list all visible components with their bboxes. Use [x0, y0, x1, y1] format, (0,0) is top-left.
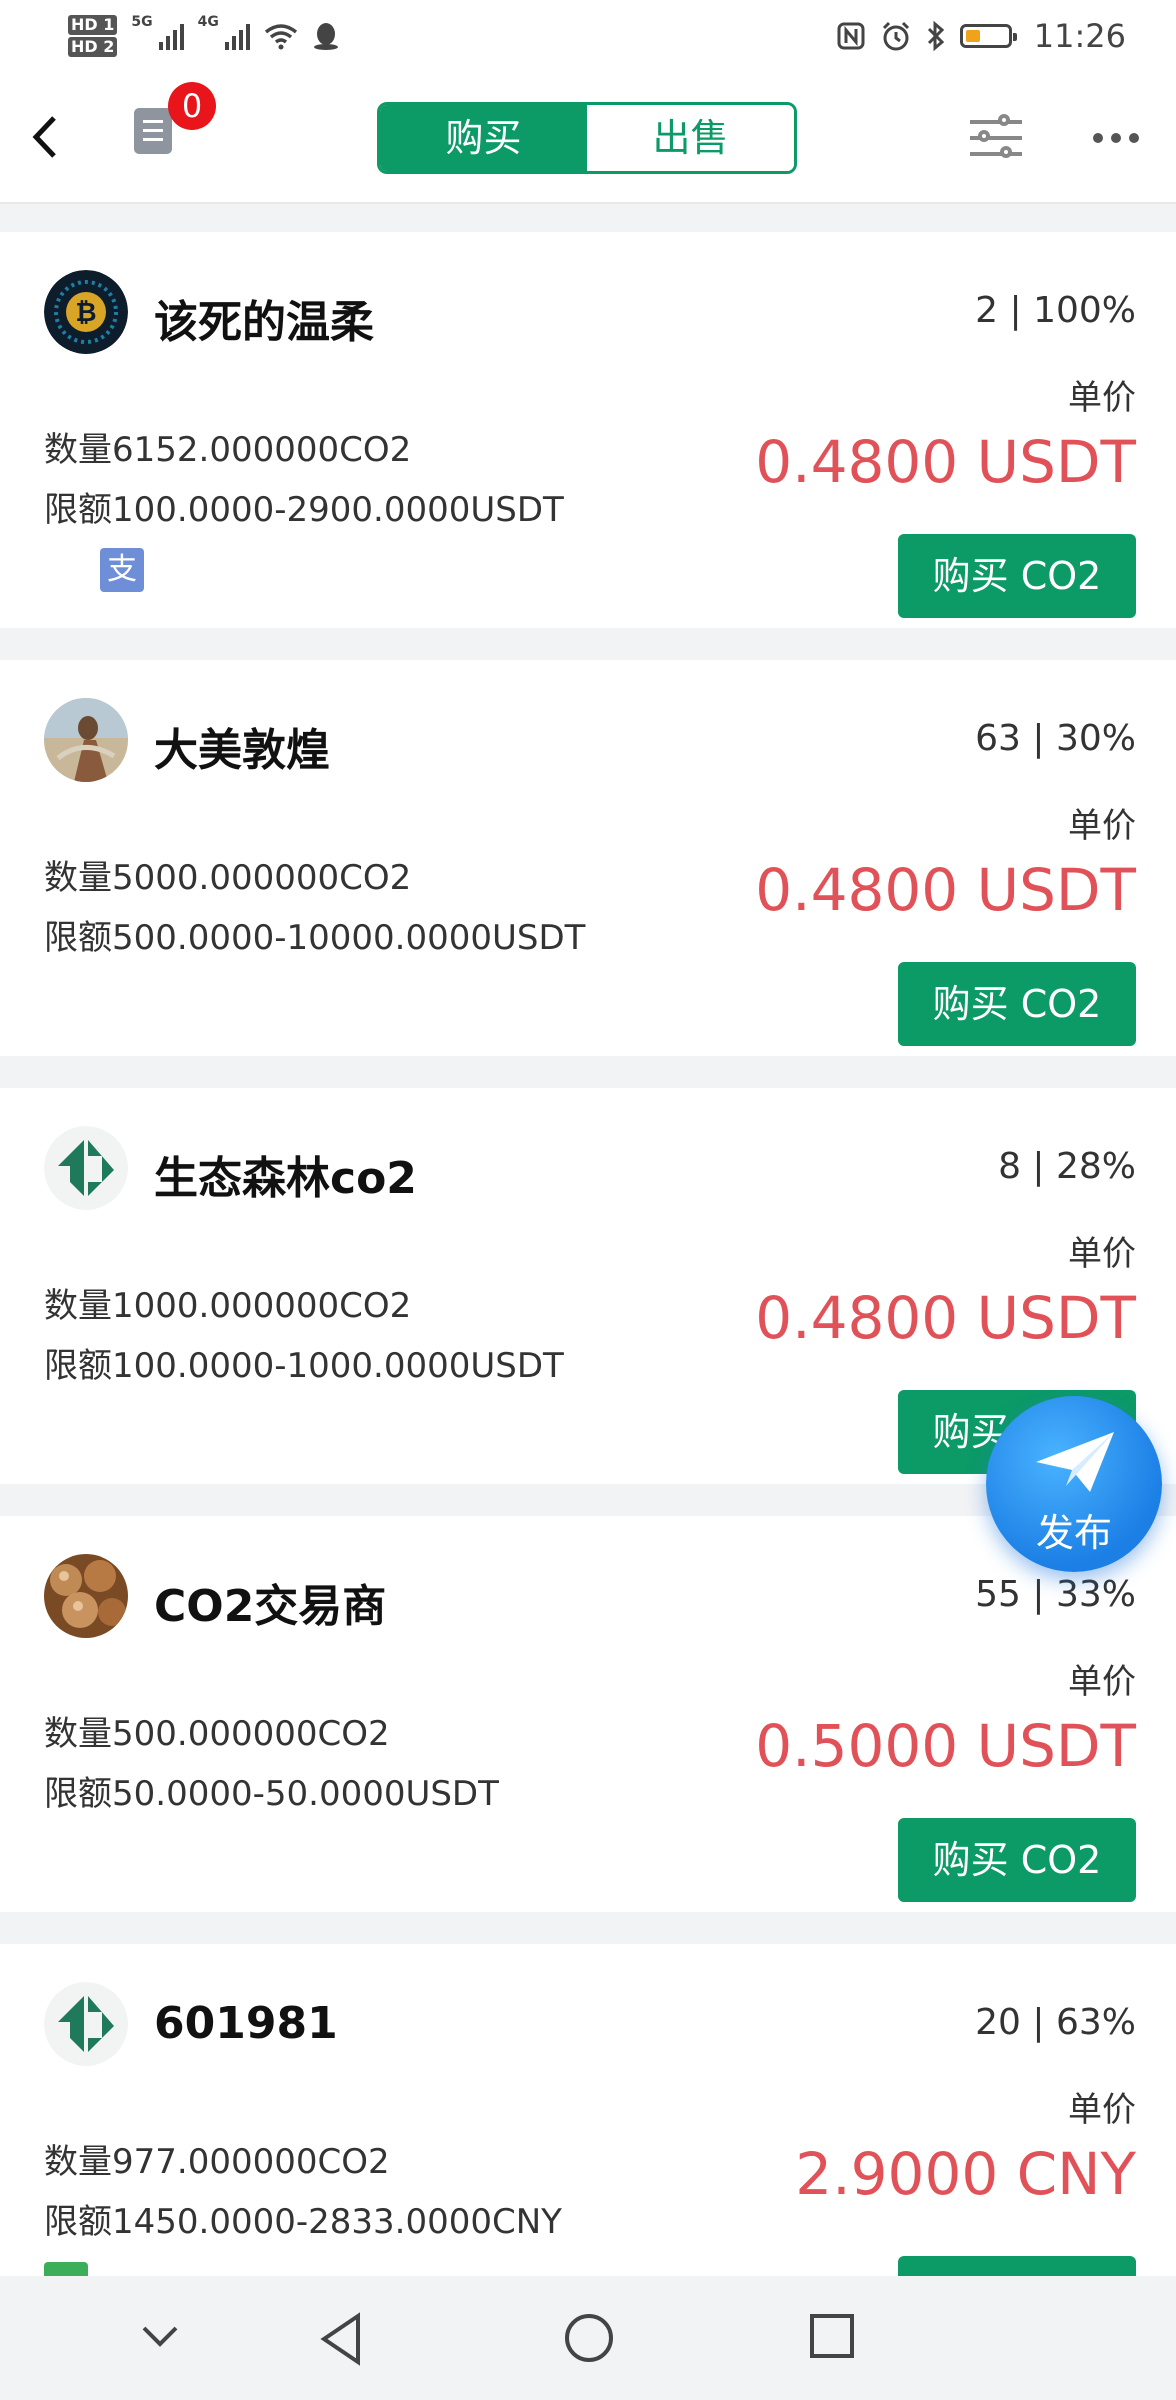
status-right: 11:26: [836, 17, 1126, 55]
avatar-chestnuts: [44, 1554, 128, 1638]
unit-price: 0.5000 USDT: [755, 1712, 1136, 1780]
unit-price: 0.4800 USDT: [755, 1284, 1136, 1352]
net1-label: 5G: [131, 14, 153, 30]
buy-co2-button[interactable]: 购买 CO2: [898, 1818, 1136, 1902]
clock: 11:26: [1033, 17, 1126, 55]
orders-badge: 0: [168, 82, 216, 130]
back-nav-button[interactable]: [318, 2312, 366, 2370]
back-button[interactable]: [30, 112, 70, 168]
merchant-name[interactable]: 大美敦煌: [154, 714, 330, 778]
tab-sell[interactable]: 出售: [587, 105, 794, 171]
hd1-label: HD 1: [68, 15, 118, 35]
tab-buy[interactable]: 购买: [380, 105, 587, 171]
svg-text:₿: ₿: [75, 298, 96, 328]
document-icon: [134, 108, 172, 154]
signal-icon: [158, 22, 184, 50]
limit-text: 限额500.0000-10000.0000USDT: [44, 918, 586, 958]
merchant-name[interactable]: 该死的温柔: [154, 286, 374, 350]
merchant-stats: 2 | 100%: [975, 290, 1136, 331]
merchant-stats: 8 | 28%: [998, 1146, 1136, 1187]
limit-text: 限额1450.0000-2833.0000CNY: [44, 2202, 562, 2242]
price-label: 单价: [1068, 806, 1136, 846]
listing-card: 601981 20 | 63% 单价 数量977.000000CO2 限额145…: [0, 1944, 1176, 2280]
system-nav-bar: [0, 2276, 1176, 2400]
buy-co2-button[interactable]: 购买 CO2: [898, 962, 1136, 1046]
nav-bar: 0 购买 出售: [0, 72, 1176, 204]
price-label: 单价: [1068, 378, 1136, 418]
paper-plane-icon: [1036, 1432, 1114, 1492]
price-label: 单价: [1068, 1234, 1136, 1274]
price-label: 单价: [1068, 1662, 1136, 1702]
avatar-bitcoin: ₿: [44, 270, 128, 354]
circle-home-icon: [565, 2314, 613, 2362]
hide-keyboard-button[interactable]: [136, 2312, 184, 2364]
nfc-icon: [837, 22, 865, 50]
alarm-icon: [882, 21, 909, 51]
chevron-down-icon: [142, 2326, 178, 2347]
buy-co2-button[interactable]: 购买 CO2: [898, 534, 1136, 618]
signal-icon-2: [224, 22, 250, 50]
chevron-left-icon: [32, 116, 56, 158]
listing-card: 大美敦煌 63 | 30% 单价 数量5000.000000CO2 限额500.…: [0, 660, 1176, 1056]
unit-price: 0.4800 USDT: [755, 856, 1136, 924]
triangle-back-icon: [320, 2312, 360, 2366]
listing-card: ₿ 该死的温柔 2 | 100% 单价 数量6152.000000CO2 限额1…: [0, 232, 1176, 628]
quantity-text: 数量1000.000000CO2: [44, 1286, 412, 1326]
avatar-dunhuang: [44, 698, 128, 782]
square-recents-icon: [810, 2314, 854, 2358]
listing-card: CO2交易商 55 | 33% 单价 数量500.000000CO2 限额50.…: [0, 1516, 1176, 1912]
quantity-text: 数量500.000000CO2: [44, 1714, 390, 1754]
unit-price: 0.4800 USDT: [755, 428, 1136, 496]
avatar-co2-logo: [44, 1982, 128, 2066]
merchant-name[interactable]: 601981: [154, 1998, 338, 2049]
more-icon[interactable]: [1088, 112, 1144, 164]
wifi-icon: [264, 24, 297, 50]
hd2-label: HD 2: [68, 37, 118, 57]
merchant-name[interactable]: CO2交易商: [154, 1570, 386, 1634]
limit-text: 限额50.0000-50.0000USDT: [44, 1774, 499, 1814]
net2-label: 4G: [197, 14, 219, 30]
merchant-stats: 55 | 33%: [975, 1574, 1136, 1615]
alipay-icon: 支: [100, 548, 144, 592]
listing-card: 生态森林co2 8 | 28% 单价 数量1000.000000CO2 限额10…: [0, 1088, 1176, 1484]
unit-price: 2.9000 CNY: [795, 2140, 1136, 2208]
quantity-text: 数量5000.000000CO2: [44, 858, 412, 898]
publish-label: 发布: [1035, 1511, 1112, 1555]
battery-icon: [959, 24, 1017, 48]
qq-icon: [313, 23, 338, 50]
buy-sell-toggle: 购买 出售: [377, 102, 797, 174]
avatar-co2-logo: [44, 1126, 128, 1210]
limit-text: 限额100.0000-2900.0000USDT: [44, 490, 564, 530]
price-label: 单价: [1068, 2090, 1136, 2130]
quantity-text: 数量977.000000CO2: [44, 2142, 390, 2182]
hd-indicator: HD 1 HD 2: [68, 14, 118, 58]
filter-icon[interactable]: [970, 112, 1022, 164]
limit-text: 限额100.0000-1000.0000USDT: [44, 1346, 564, 1386]
recents-nav-button[interactable]: [808, 2312, 856, 2364]
home-nav-button[interactable]: [563, 2312, 615, 2368]
quantity-text: 数量6152.000000CO2: [44, 430, 412, 470]
merchant-stats: 63 | 30%: [975, 718, 1136, 759]
status-left: HD 1 HD 2 5G 4G: [68, 14, 340, 58]
merchant-name[interactable]: 生态森林co2: [154, 1142, 417, 1206]
publish-button[interactable]: 发布: [986, 1396, 1162, 1572]
status-bar: HD 1 HD 2 5G 4G 11:26: [0, 0, 1176, 72]
bluetooth-icon: [927, 20, 944, 52]
merchant-stats: 20 | 63%: [975, 2002, 1136, 2043]
